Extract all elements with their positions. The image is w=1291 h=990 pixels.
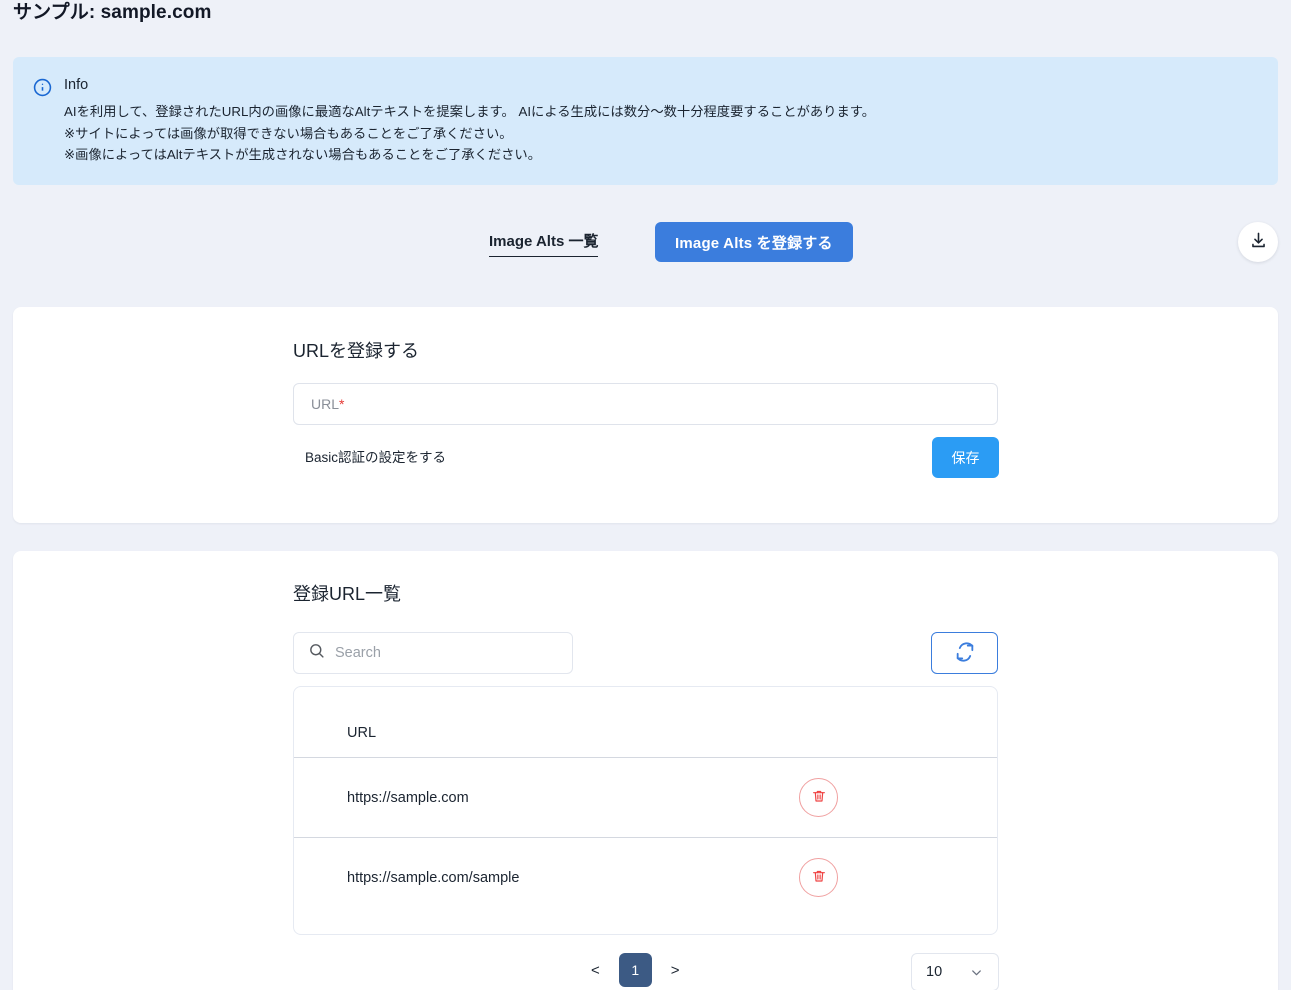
tabs-row: Image Alts 一覧 Image Alts を登録する [0, 222, 1291, 264]
info-title: Info [64, 77, 89, 93]
info-body: Info AIを利用して、登録されたURL内の画像に最適なAltテキストを提案し… [64, 75, 875, 185]
trash-icon [811, 788, 827, 807]
registered-url-list-heading: 登録URL一覧 [293, 584, 402, 604]
register-url-heading: URLを登録する [293, 341, 420, 361]
save-button[interactable]: 保存 [932, 437, 999, 478]
download-button[interactable] [1238, 222, 1278, 262]
pagination-page-1[interactable]: 1 [618, 953, 652, 987]
column-header-actions [797, 687, 997, 758]
url-table-body: https://sample.com https://sample.com/sa… [294, 757, 997, 918]
info-line-2: ※サイトによっては画像が取得できない場合もあることをご了承ください。 [64, 125, 513, 141]
tab-image-alts-list[interactable]: Image Alts 一覧 [489, 230, 599, 257]
pagination: < 1 > [585, 953, 686, 987]
info-line-3: ※画像によってはAltテキストが生成されない場合もあることをご了承ください。 [64, 147, 542, 162]
page-size-select[interactable]: 10 [911, 953, 999, 990]
url-table-head: URL [294, 687, 997, 758]
basic-auth-link[interactable]: Basic認証の設定をする [305, 446, 446, 466]
cell-url: https://sample.com/sample [347, 869, 520, 886]
cell-actions [797, 838, 997, 918]
page-size-value: 10 [926, 964, 943, 980]
refresh-button[interactable] [931, 632, 998, 674]
url-field-wrapper[interactable] [293, 383, 998, 425]
page-title: サンプル: sample.com [13, 2, 212, 23]
delete-row-button[interactable] [799, 858, 838, 898]
table-row: https://sample.com [294, 757, 997, 838]
download-icon [1249, 231, 1268, 253]
url-input[interactable] [312, 396, 979, 412]
info-circle-icon [33, 78, 52, 97]
search-icon [308, 642, 325, 664]
search-input[interactable] [335, 645, 558, 661]
url-table-container: URL https://sample.com https://sample.co… [293, 686, 998, 935]
table-row: https://sample.com/sample [294, 838, 997, 918]
url-table: URL https://sample.com https://sample.co… [294, 687, 997, 918]
cell-url: https://sample.com [294, 757, 797, 838]
pagination-prev-button[interactable]: < [585, 958, 606, 983]
search-field-wrapper[interactable] [293, 632, 573, 674]
info-banner: Info AIを利用して、登録されたURL内の画像に最適なAltテキストを提案し… [13, 57, 1278, 185]
table-header-row: URL [294, 687, 997, 758]
info-line-1: AIを利用して、登録されたURL内の画像に最適なAltテキストを提案します。 A… [64, 104, 876, 119]
refresh-icon [954, 641, 976, 666]
pagination-next-button[interactable]: > [665, 958, 686, 983]
trash-icon [811, 868, 827, 887]
chevron-down-icon [969, 965, 984, 980]
delete-row-button[interactable] [799, 778, 838, 817]
register-image-alts-button[interactable]: Image Alts を登録する [655, 222, 853, 262]
cell-actions [797, 757, 997, 838]
column-header-url: URL [294, 687, 797, 758]
